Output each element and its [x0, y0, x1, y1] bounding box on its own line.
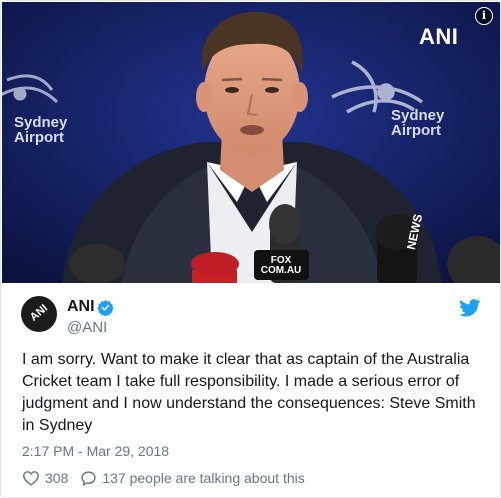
twitter-bird-icon[interactable] — [459, 299, 481, 317]
tweet-media-image[interactable]: Sydney Airport Sydney Airport FOX COM.AU… — [2, 2, 500, 283]
ani-watermark: ANI — [419, 24, 459, 49]
tweet-text: I am sorry. Want to make it clear that a… — [22, 351, 476, 434]
info-icon[interactable]: i — [475, 7, 493, 25]
verified-icon — [97, 300, 114, 316]
tweet-timestamp[interactable]: 2:17 PM - Mar 29, 2018 — [22, 443, 169, 459]
author-display-name[interactable]: ANI — [67, 298, 95, 316]
sydney-airport-sign-right: Sydney Airport — [391, 107, 445, 139]
likes-count[interactable]: 308 — [45, 470, 68, 486]
tweet-actions: 308 137 people are talking about this — [22, 469, 305, 487]
author-handle[interactable]: @ANI — [67, 319, 107, 336]
tweet-card[interactable]: Sydney Airport Sydney Airport FOX COM.AU… — [0, 0, 501, 498]
avatar[interactable]: ANI — [21, 296, 57, 332]
heart-icon[interactable] — [22, 470, 40, 486]
talking-about-link[interactable]: 137 people are talking about this — [102, 470, 304, 486]
fox-mic-label: FOX COM.AU — [260, 255, 302, 276]
avatar-logo-text: ANI — [27, 302, 51, 324]
speech-bubble-icon[interactable] — [80, 470, 97, 487]
sydney-airport-sign-left: Sydney Airport — [14, 114, 68, 146]
